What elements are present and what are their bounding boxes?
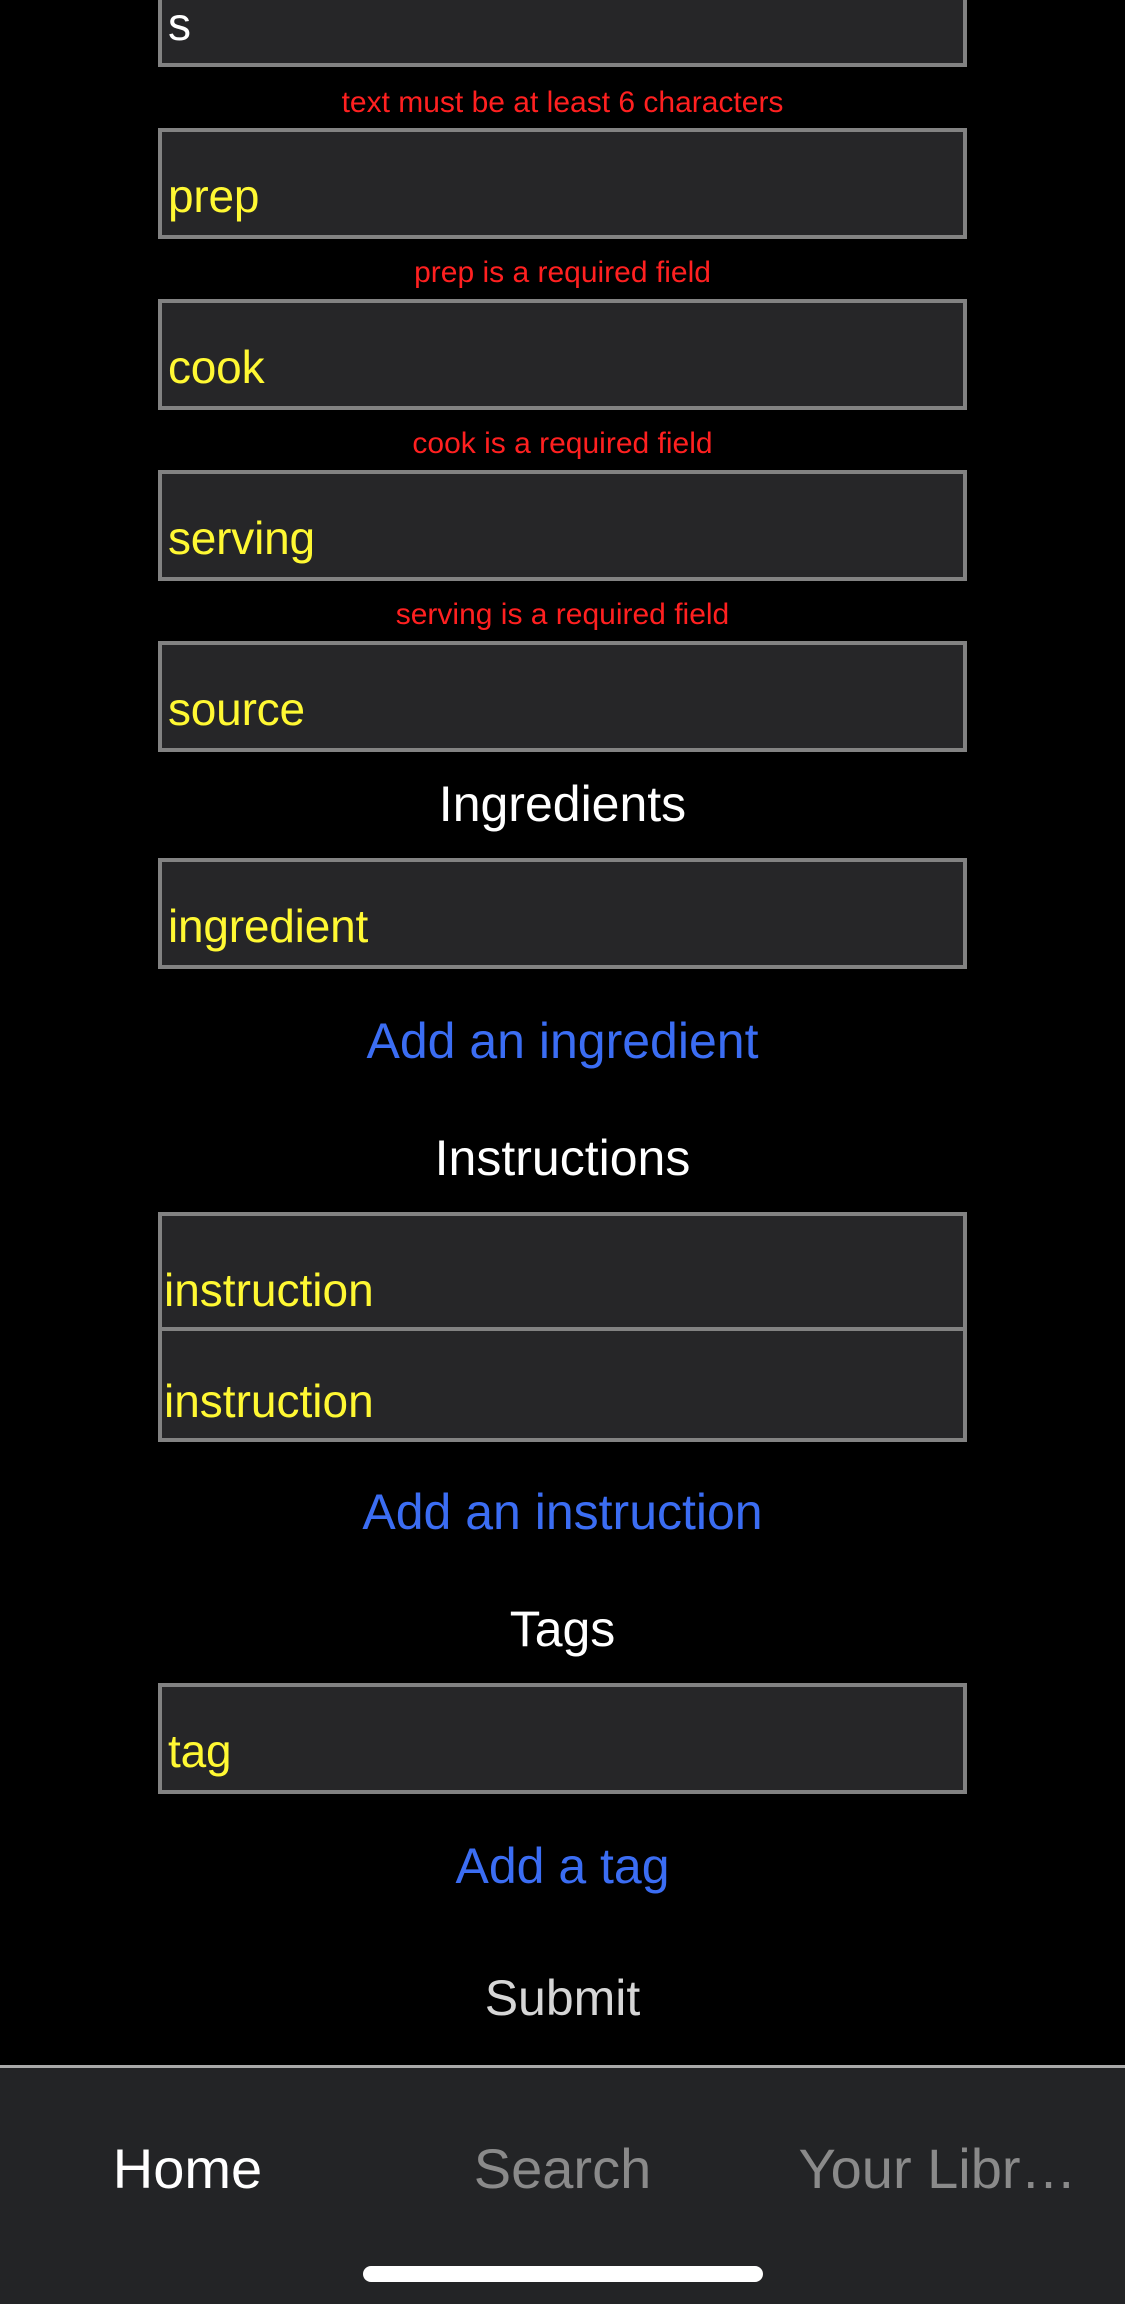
ingredient-input-0-placeholder: ingredient: [168, 900, 369, 952]
tags-heading: Tags: [509, 1601, 616, 1657]
tab-home[interactable]: Home: [0, 2137, 375, 2201]
instruction-input-0[interactable]: instruction: [162, 1216, 963, 1327]
tag-input-0[interactable]: tag: [158, 1683, 967, 1794]
instructions-heading: Instructions: [434, 1130, 691, 1186]
field-wrapper-prep: prep: [158, 128, 967, 239]
instruction-input-0-placeholder: instruction: [164, 1264, 374, 1316]
field-wrapper-source: source: [158, 641, 967, 752]
serving-error-message: serving is a required field: [395, 598, 730, 631]
tab-bar-items: Home Search Your Libr…: [0, 2124, 1125, 2214]
submit-button[interactable]: Submit: [0, 1970, 1125, 2026]
field-wrapper-summary: s: [158, 0, 967, 67]
prep-input[interactable]: prep: [158, 128, 967, 239]
field-wrapper-serving: serving: [158, 470, 967, 581]
cook-input-placeholder: cook: [168, 341, 265, 393]
home-indicator: [362, 2266, 763, 2282]
field-wrapper-cook: cook: [158, 299, 967, 410]
ingredient-input-0[interactable]: ingredient: [158, 858, 967, 969]
instruction-input-1-placeholder: instruction: [164, 1375, 374, 1427]
instruction-input-group: instruction instruction: [158, 1212, 967, 1442]
add-ingredient-button[interactable]: Add an ingredient: [0, 1013, 1125, 1069]
instruction-input-1[interactable]: instruction: [162, 1327, 963, 1438]
source-input[interactable]: source: [158, 641, 967, 752]
add-instruction-button[interactable]: Add an instruction: [0, 1484, 1125, 1540]
serving-input-placeholder: serving: [168, 512, 315, 564]
add-tag-button[interactable]: Add a tag: [0, 1838, 1125, 1894]
prep-input-placeholder: prep: [168, 170, 260, 222]
tab-search[interactable]: Search: [375, 2137, 750, 2201]
serving-input[interactable]: serving: [158, 470, 967, 581]
recipe-form-scroll-area[interactable]: s text must be at least 6 characters pre…: [0, 0, 1125, 2065]
field-wrapper-tag-0: tag: [158, 1683, 967, 1794]
cook-error-message: cook is a required field: [412, 427, 713, 460]
cook-input[interactable]: cook: [158, 299, 967, 410]
ingredients-heading: Ingredients: [438, 776, 687, 832]
tag-input-0-placeholder: tag: [168, 1725, 232, 1777]
tab-your-library[interactable]: Your Libr…: [750, 2137, 1125, 2201]
summary-input[interactable]: s: [158, 0, 967, 67]
bottom-tab-bar: Home Search Your Libr…: [0, 2065, 1125, 2304]
prep-error-message: prep is a required field: [414, 256, 711, 289]
source-input-placeholder: source: [168, 683, 305, 735]
field-wrapper-ingredient-0: ingredient: [158, 858, 967, 969]
summary-input-value: s: [168, 0, 191, 50]
summary-error-message: text must be at least 6 characters: [341, 86, 784, 119]
